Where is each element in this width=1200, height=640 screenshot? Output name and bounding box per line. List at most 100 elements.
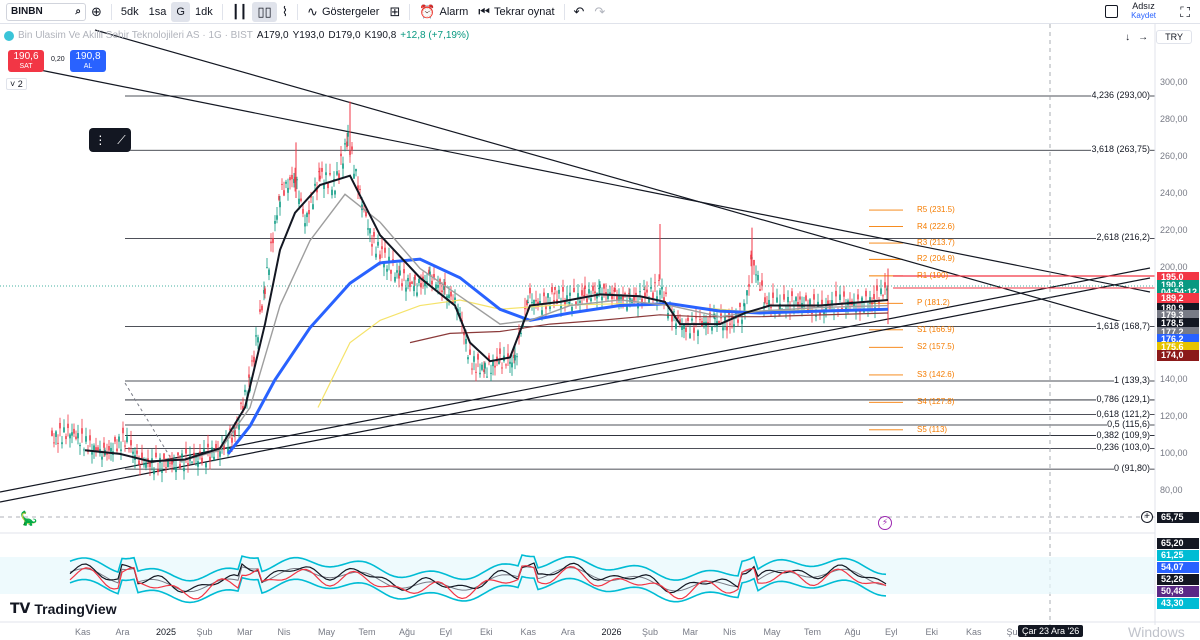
layouts-button[interactable]: ⊞ xyxy=(384,2,405,22)
add-price-alert-icon[interactable]: + xyxy=(1141,511,1153,523)
close-value: K190,8 xyxy=(364,30,397,41)
candle-body xyxy=(755,274,757,276)
time-axis-label: May xyxy=(318,627,336,637)
candle-body xyxy=(527,302,529,304)
buy-button[interactable]: 190,8 AL xyxy=(70,50,106,72)
redo-button[interactable]: ↷ xyxy=(589,2,610,22)
candle-body xyxy=(347,132,349,137)
candle-body xyxy=(407,277,409,282)
drawing-toolbar[interactable]: ⋮ ⟋ xyxy=(89,128,131,152)
candle-body xyxy=(695,317,697,319)
buy-label: AL xyxy=(83,63,93,70)
alarm-button[interactable]: ⏰ Alarm xyxy=(414,2,473,22)
drag-handle-icon[interactable]: ⋮ xyxy=(94,133,106,147)
oscillator-tag: 61,25 xyxy=(1157,550,1199,561)
bars-chart-type-button[interactable]: ▯▯ xyxy=(252,1,277,22)
candle-body xyxy=(312,204,314,210)
fib-level-label: 0,236 (103,0) xyxy=(1096,442,1150,453)
candle-body xyxy=(201,457,203,463)
candles-icon: ┃┃ xyxy=(231,4,248,19)
replay-icon: ⏮ xyxy=(478,4,490,19)
candle-body xyxy=(543,292,545,297)
candle-body xyxy=(253,356,255,363)
candle-body xyxy=(577,293,579,298)
trendline-tool-icon[interactable]: ⟋ xyxy=(117,133,125,148)
indicators-label: Göstergeler xyxy=(321,5,380,18)
candle-body xyxy=(547,293,549,298)
lightning-icon[interactable]: ⚡ xyxy=(878,516,892,530)
candle-body xyxy=(93,445,95,451)
interval-5dk[interactable]: 5dk xyxy=(116,2,144,22)
buy-price: 190,8 xyxy=(75,51,101,62)
interval-1sa[interactable]: 1sa xyxy=(144,2,172,22)
candle-body xyxy=(733,324,735,327)
arrow-right-icon[interactable]: → xyxy=(1138,32,1148,43)
candle-body xyxy=(203,449,205,452)
price-axis-label: 240,00 xyxy=(1160,188,1188,199)
indicators-collapse-button[interactable]: ˅ 2 xyxy=(6,78,27,90)
candle-body xyxy=(141,452,143,459)
download-icon[interactable]: ↓ xyxy=(1125,32,1130,43)
candle-body xyxy=(843,291,845,297)
change-value: +12,8 (+7,19%) xyxy=(400,30,470,41)
candle-body xyxy=(746,290,748,296)
date-cursor-label: Çar 23 Ara '26 xyxy=(1018,625,1084,637)
candle-body xyxy=(473,356,475,362)
indicators-button[interactable]: ∿ Göstergeler xyxy=(302,2,384,22)
candle-body xyxy=(685,327,687,332)
crosshair-price-tag: 65,75 xyxy=(1157,512,1199,523)
time-axis-label: Ara xyxy=(561,627,576,637)
price-chart[interactable] xyxy=(0,24,1200,639)
time-axis-label: Eki xyxy=(925,627,939,637)
bars-icon: ▯▯ xyxy=(257,4,272,19)
candle-body xyxy=(157,469,159,473)
candle-body xyxy=(586,298,588,303)
fib-level-label: 4,236 (293,00) xyxy=(1091,89,1150,100)
replay-button[interactable]: ⏮ Tekrar oynat xyxy=(473,2,559,22)
tradingview-logo: 𝗧𝗩 TradingView xyxy=(10,600,117,617)
fib-level-label: 0 (91,80) xyxy=(1113,463,1150,474)
candle-body xyxy=(813,294,815,300)
fullscreen-icon[interactable]: ⛶ xyxy=(1180,4,1190,21)
sell-button[interactable]: 190,6 SAT xyxy=(8,50,44,72)
candle-body xyxy=(268,269,270,276)
candle-body xyxy=(639,291,641,293)
symbol-search[interactable]: BINBN ⌕ xyxy=(6,2,86,21)
candle-body xyxy=(63,427,65,433)
compare-symbol-button[interactable]: ⊕ xyxy=(86,2,107,22)
candle-body xyxy=(373,231,375,237)
candles-chart-type-button[interactable]: ┃┃ xyxy=(227,2,253,22)
candle-body xyxy=(691,318,693,321)
price-axis-label: 100,00 xyxy=(1160,447,1188,458)
candle-body xyxy=(403,269,405,274)
candle-body xyxy=(479,372,481,375)
candle-body xyxy=(191,461,193,463)
user-block[interactable]: Adsız Kaydet xyxy=(1131,1,1156,21)
time-axis-label: Nis xyxy=(277,627,291,637)
time-axis-label: Kas xyxy=(75,627,91,637)
currency-button[interactable]: TRY xyxy=(1156,30,1192,44)
candle-body xyxy=(549,306,551,309)
candle-body xyxy=(205,462,207,468)
candle-body xyxy=(590,298,592,302)
candle-body xyxy=(431,280,433,285)
candle-body xyxy=(579,300,581,303)
candle-body xyxy=(321,168,323,172)
candle-body xyxy=(177,452,179,456)
pivot-level-label: R1 (190) xyxy=(917,270,949,280)
candle-body xyxy=(306,213,308,218)
candle-body xyxy=(325,172,327,176)
multi-chart-icon[interactable] xyxy=(1105,5,1118,18)
interval-g[interactable]: G xyxy=(171,1,190,22)
line-chart-type-button[interactable]: ⌇ xyxy=(277,2,293,22)
time-axis-label: May xyxy=(763,627,781,637)
candle-body xyxy=(89,435,91,441)
candle-body xyxy=(331,189,333,196)
undo-button[interactable]: ↶ xyxy=(569,2,590,22)
candle-body xyxy=(490,372,492,374)
interval-1dk[interactable]: 1dk xyxy=(190,2,218,22)
separator xyxy=(110,3,112,20)
candle-body xyxy=(714,318,716,320)
pivot-level-label: S4 (127.8) xyxy=(917,397,955,407)
candle-body xyxy=(344,143,346,145)
